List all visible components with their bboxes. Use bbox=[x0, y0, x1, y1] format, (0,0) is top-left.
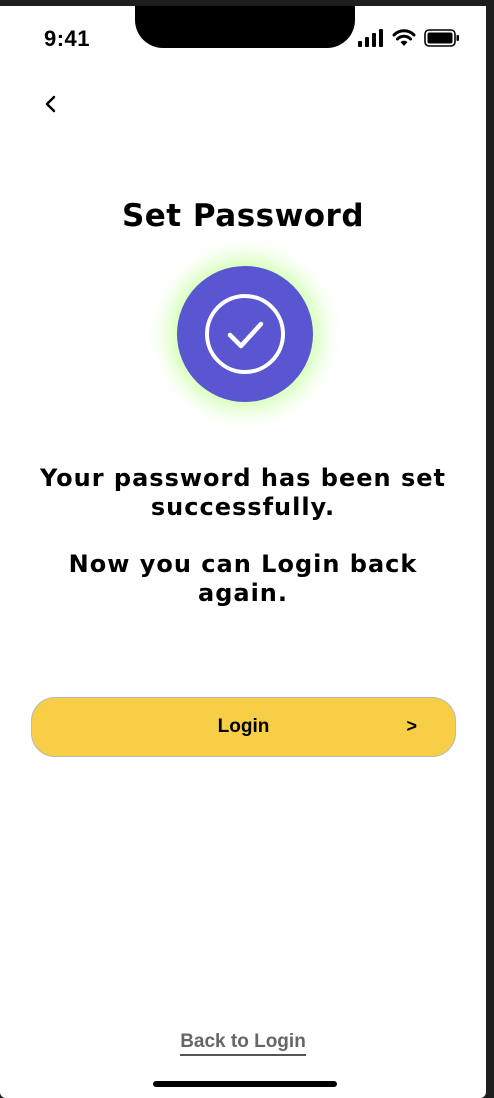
back-button[interactable] bbox=[36, 90, 64, 118]
back-to-login-container: Back to Login bbox=[0, 1031, 486, 1056]
page-title: Set Password bbox=[121, 198, 365, 234]
login-hint-message: Now you can Login back again. bbox=[68, 550, 418, 607]
arrow-right-icon: > bbox=[406, 716, 417, 736]
success-badge bbox=[177, 266, 313, 402]
notch bbox=[135, 0, 355, 48]
wifi-icon bbox=[392, 29, 416, 46]
login-button[interactable]: Login > bbox=[31, 697, 456, 757]
battery-icon bbox=[424, 29, 459, 47]
signal-icon bbox=[358, 29, 383, 47]
chevron-left-icon bbox=[45, 95, 56, 113]
home-indicator bbox=[153, 1081, 337, 1087]
phone-screen: 9:41 Set Password Your password has been… bbox=[0, 0, 486, 1098]
login-button-label: Login bbox=[217, 716, 270, 737]
back-to-login-link[interactable]: Back to Login bbox=[180, 1031, 306, 1056]
check-circle-icon bbox=[205, 294, 285, 374]
status-time: 9:41 bbox=[44, 26, 91, 51]
top-frame-edge bbox=[0, 0, 494, 6]
success-message: Your password has been set successfully. bbox=[39, 464, 447, 521]
status-icons bbox=[358, 29, 460, 47]
